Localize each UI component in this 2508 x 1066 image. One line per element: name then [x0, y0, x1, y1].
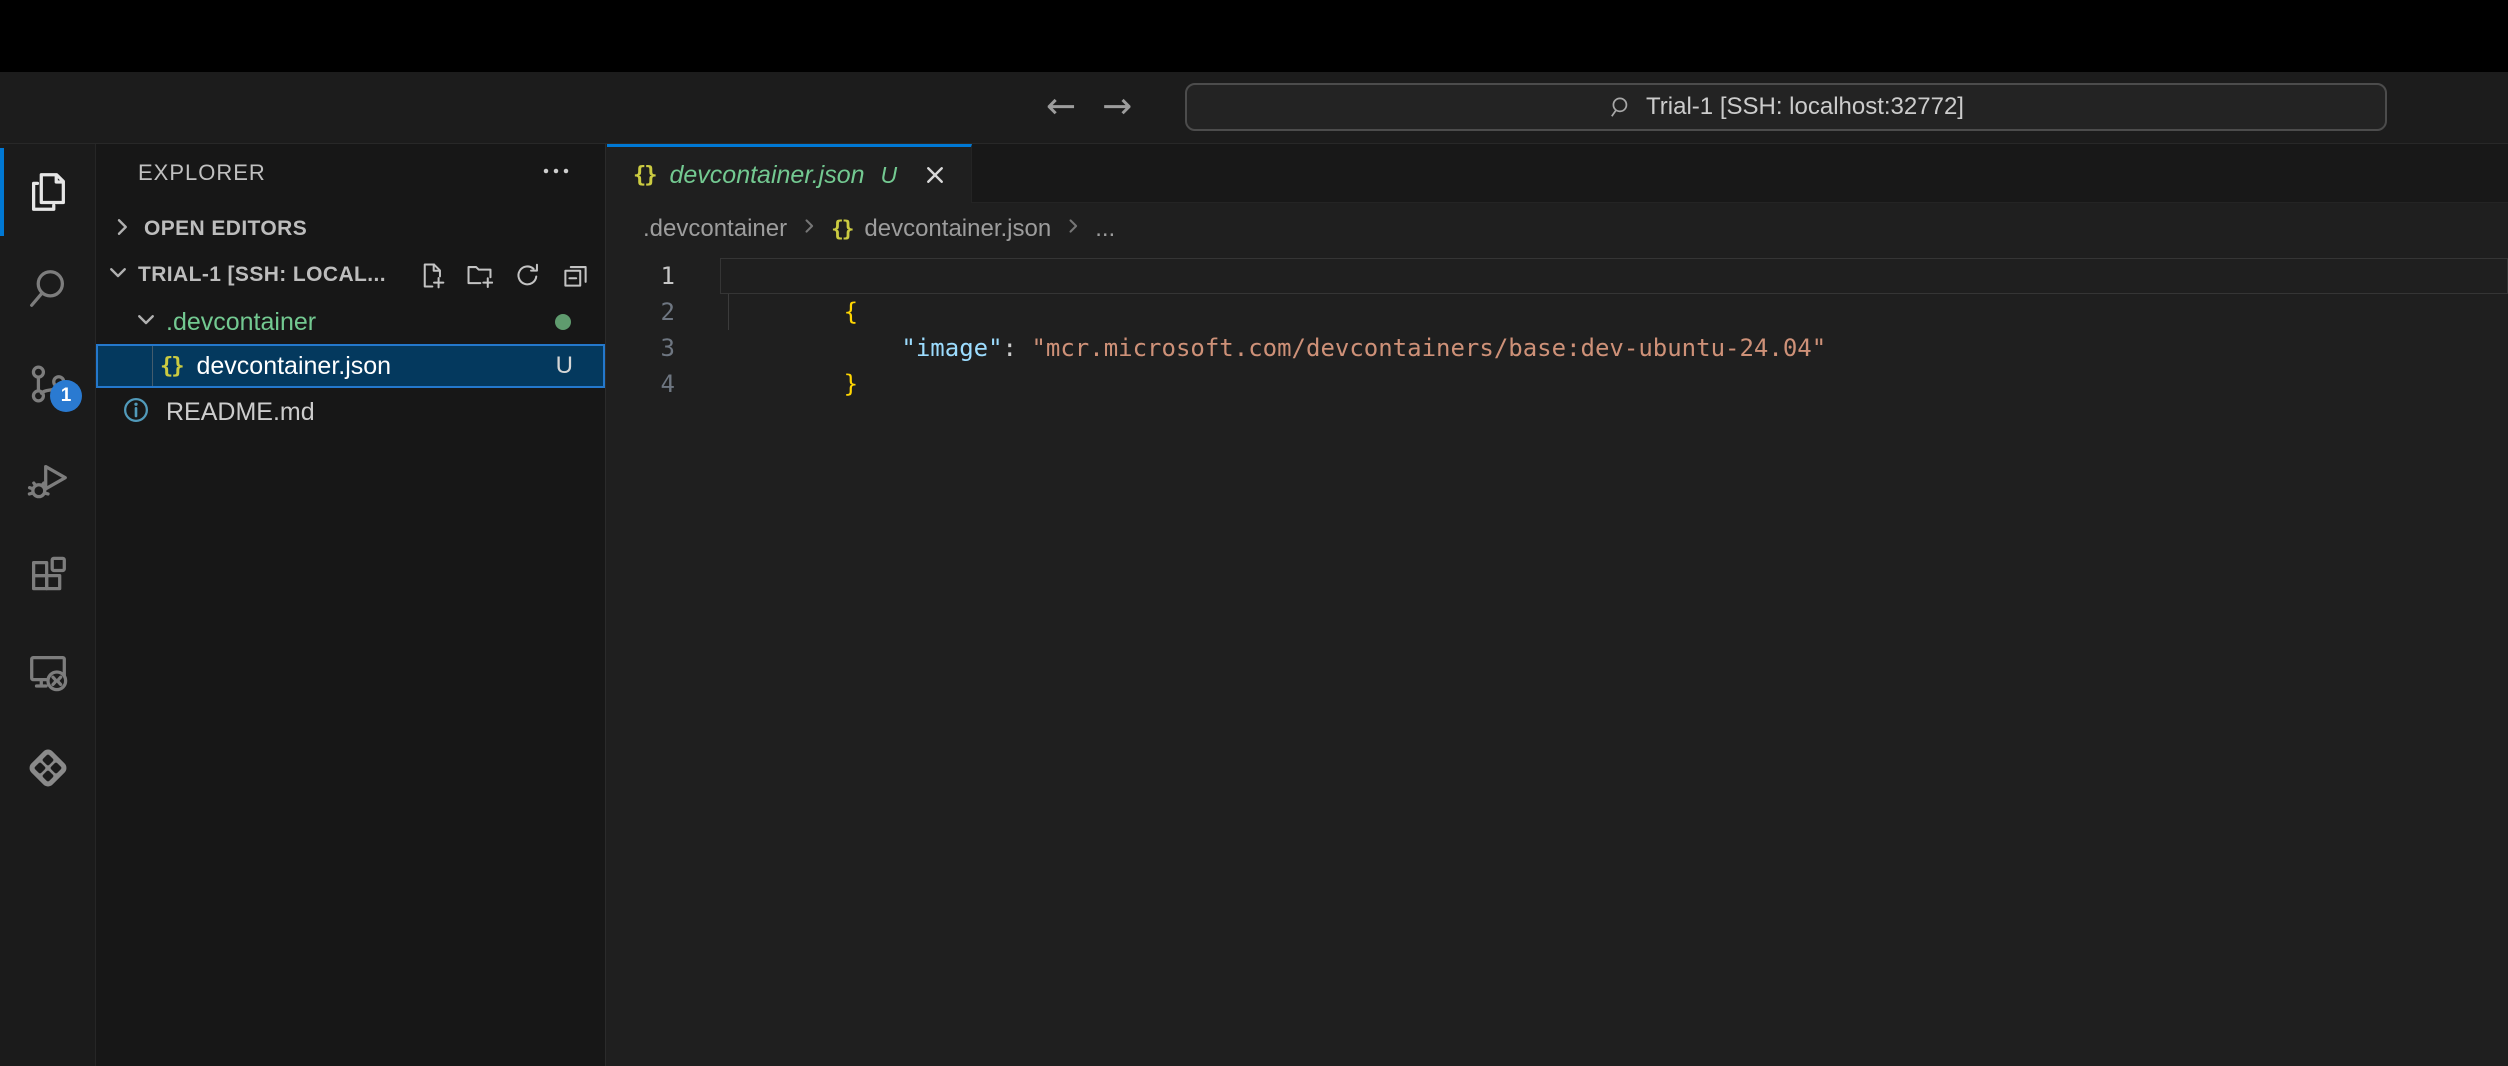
activity-explorer[interactable] [0, 144, 96, 240]
json-file-icon: {} [160, 354, 183, 379]
line-number: 2 [607, 294, 675, 330]
search-icon [25, 265, 71, 311]
history-nav: ← → [1046, 72, 1132, 142]
activity-extensions[interactable] [0, 528, 96, 624]
code-line-4[interactable] [720, 366, 2508, 402]
explorer-actions [418, 262, 605, 289]
forward-arrow-icon[interactable]: → [1102, 89, 1132, 125]
containers-diamond-icon [25, 745, 71, 791]
more-actions-icon[interactable] [541, 156, 571, 191]
workspace-label: TRIAL-1 [SSH: LOCAL... [138, 263, 386, 287]
line-number: 4 [607, 366, 675, 402]
open-editors-label: OPEN EDITORS [144, 217, 307, 241]
vscode-window: ← → Trial-1 [SSH: localhost:32772] [0, 0, 2508, 1066]
code-editor[interactable]: 1 2 3 4 { "image": "mcr.microsoft.com/de… [607, 258, 2508, 1066]
file-name: README.md [166, 398, 315, 427]
chevron-right-icon [1063, 215, 1083, 243]
activity-bar: 1 [0, 144, 96, 1066]
tree-item-devcontainer-json[interactable]: {} devcontainer.json U [96, 344, 605, 388]
readme-info-icon [122, 396, 150, 429]
code-line-3[interactable]: } [720, 330, 2508, 366]
breadcrumb: .devcontainer {} devcontainer.json ... [607, 203, 2508, 255]
remote-explorer-icon [25, 649, 71, 695]
open-editors-section[interactable]: OPEN EDITORS [96, 208, 605, 250]
tree-item-devcontainer-folder[interactable]: .devcontainer [96, 300, 605, 344]
new-folder-icon[interactable] [466, 262, 493, 289]
back-arrow-icon[interactable]: ← [1046, 89, 1076, 125]
explorer-header: EXPLORER [96, 144, 605, 202]
new-file-icon[interactable] [418, 262, 445, 289]
chevron-down-icon [106, 261, 130, 290]
activity-containers[interactable] [0, 720, 96, 816]
folder-name: .devcontainer [166, 308, 316, 337]
code-line-1[interactable]: { [720, 258, 2508, 294]
window-title: Trial-1 [SSH: localhost:32772] [1646, 93, 1964, 121]
line-number: 1 [607, 258, 675, 294]
tab-devcontainer-json[interactable]: {} devcontainer.json U [607, 144, 972, 203]
chevron-right-icon [110, 215, 134, 244]
chevron-right-icon [799, 215, 819, 243]
code-line-2[interactable]: "image": "mcr.microsoft.com/devcontainer… [720, 294, 2508, 330]
breadcrumb-symbol[interactable]: ... [1095, 215, 1115, 243]
breadcrumb-folder[interactable]: .devcontainer [643, 215, 787, 243]
activity-remote-explorer[interactable] [0, 624, 96, 720]
close-icon[interactable] [923, 163, 947, 187]
workspace-section[interactable]: TRIAL-1 [SSH: LOCAL... [96, 254, 605, 296]
chevron-down-icon [134, 308, 158, 337]
tree-indent-guide [152, 346, 153, 386]
breadcrumb-file[interactable]: devcontainer.json [864, 215, 1051, 243]
editor-group: {} devcontainer.json U .devcontainer {} … [607, 144, 2508, 1066]
json-file-icon: {} [831, 217, 852, 241]
activity-source-control[interactable]: 1 [0, 336, 96, 432]
extensions-icon [25, 553, 71, 599]
active-tab-indicator [0, 148, 4, 236]
git-modified-dot [555, 314, 571, 330]
title-bar: ← → Trial-1 [SSH: localhost:32772] [0, 72, 2508, 144]
tab-git-badge: U [881, 162, 898, 189]
tree-item-readme[interactable]: README.md [96, 390, 605, 434]
activity-search[interactable] [0, 240, 96, 336]
explorer-sidebar: EXPLORER OPEN EDITORS TRIAL-1 [SSH: LOCA… [96, 144, 606, 1066]
json-file-icon: {} [633, 163, 656, 188]
git-untracked-badge: U [556, 352, 573, 380]
tab-strip: {} devcontainer.json U [607, 144, 2508, 203]
refresh-icon[interactable] [514, 262, 541, 289]
files-icon [25, 169, 71, 215]
explorer-title: EXPLORER [138, 160, 266, 186]
search-icon [1608, 94, 1634, 120]
top-black-band [0, 0, 2508, 72]
file-name: devcontainer.json [197, 352, 392, 381]
tab-label: devcontainer.json [670, 161, 865, 190]
line-number: 3 [607, 330, 675, 366]
run-debug-icon [25, 457, 71, 503]
activity-run-debug[interactable] [0, 432, 96, 528]
command-center[interactable]: Trial-1 [SSH: localhost:32772] [1185, 83, 2387, 131]
collapse-all-icon[interactable] [562, 262, 589, 289]
scm-changes-badge: 1 [50, 380, 82, 412]
